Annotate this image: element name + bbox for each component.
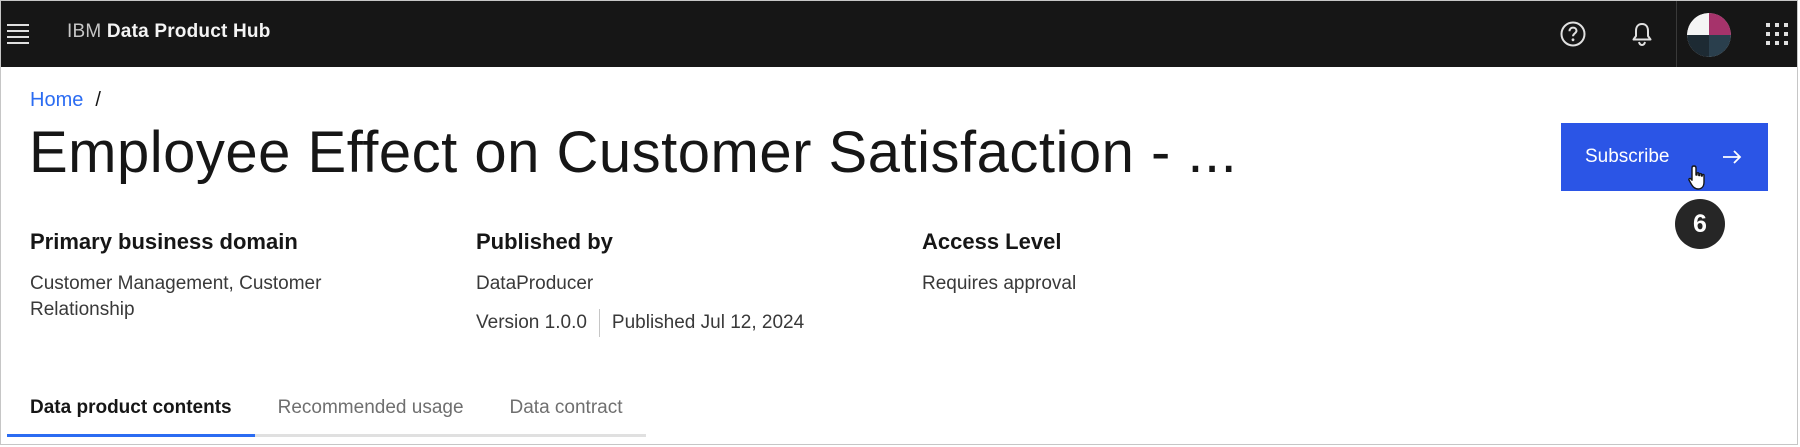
breadcrumb: Home / <box>30 89 101 112</box>
step-number-badge: 6 <box>1675 199 1725 249</box>
published-by-section: Published by DataProducer Version 1.0.0 … <box>476 229 896 337</box>
page-title: Employee Effect on Customer Satisfaction… <box>29 120 1238 185</box>
primary-domain-value: Customer Management, Customer Relationsh… <box>30 273 322 320</box>
breadcrumb-separator: / <box>95 89 101 111</box>
brand-name: Data Product Hub <box>106 21 271 42</box>
version-divider <box>598 309 600 337</box>
app-switcher-icon[interactable] <box>1757 14 1797 54</box>
tab-recommended-usage[interactable]: Recommended usage <box>254 379 487 437</box>
brand-prefix: IBM <box>67 21 102 42</box>
version-text: Version 1.0.0 <box>476 312 587 333</box>
product-brand[interactable]: IBM Data Product Hub <box>67 21 271 43</box>
header-divider <box>1676 1 1677 67</box>
access-level-value: Requires approval <box>922 273 1077 294</box>
breadcrumb-home-link[interactable]: Home <box>30 89 83 112</box>
primary-domain-section: Primary business domain Customer Managem… <box>30 229 410 323</box>
top-header: IBM Data Product Hub <box>1 1 1797 67</box>
version-row: Version 1.0.0 Published Jul 12, 2024 <box>476 309 896 337</box>
primary-domain-label: Primary business domain <box>30 229 298 254</box>
notification-bell-icon[interactable] <box>1622 14 1662 54</box>
app-window: IBM Data Product Hub Home / Employee Eff… <box>0 0 1798 445</box>
published-by-label: Published by <box>476 229 613 254</box>
publisher-name: DataProducer <box>476 273 594 294</box>
tab-bar: Data product contents Recommended usage … <box>7 379 646 437</box>
tab-data-contract[interactable]: Data contract <box>486 379 646 437</box>
avatar[interactable] <box>1687 13 1731 57</box>
help-icon[interactable] <box>1553 14 1593 54</box>
access-level-label: Access Level <box>922 229 1062 254</box>
published-date: Published Jul 12, 2024 <box>611 312 805 333</box>
access-level-section: Access Level Requires approval <box>922 229 1282 297</box>
subscribe-button[interactable]: Subscribe <box>1561 123 1768 191</box>
hand-cursor-icon <box>1688 165 1705 190</box>
subscribe-label: Subscribe <box>1585 146 1670 167</box>
menu-icon[interactable] <box>5 21 31 47</box>
tab-data-product-contents[interactable]: Data product contents <box>7 379 255 437</box>
arrow-right-icon <box>1723 150 1742 164</box>
